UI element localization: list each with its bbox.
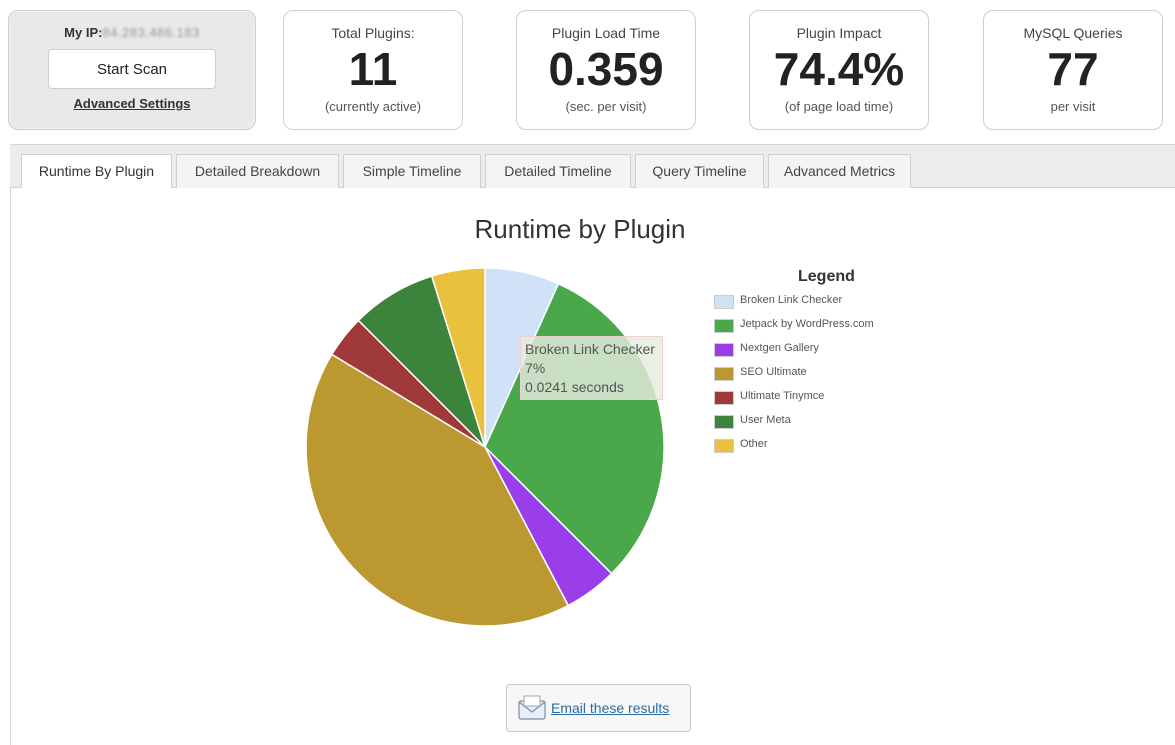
legend-item: Other — [712, 438, 912, 462]
stat-card-mysql-queries: MySQL Queries 77 per visit — [983, 10, 1163, 130]
legend-label: Ultimate Tinymce — [740, 390, 825, 402]
legend-item: SEO Ultimate — [712, 366, 912, 390]
email-results-button[interactable]: Email these results — [506, 684, 691, 732]
legend-item: User Meta — [712, 414, 912, 438]
tab-bar: Runtime By Plugin Detailed Breakdown Sim… — [10, 144, 1175, 189]
tab-advanced-metrics[interactable]: Advanced Metrics — [768, 154, 911, 188]
ip-line: My IP:84.283.486.183 — [9, 25, 255, 40]
start-scan-button[interactable]: Start Scan — [48, 49, 216, 89]
legend-label: Other — [740, 438, 768, 450]
chart-legend: Legend Broken Link Checker Jetpack by Wor… — [712, 268, 912, 462]
stat-sub: (sec. per visit) — [565, 99, 647, 114]
stat-value: 77 — [1047, 43, 1099, 95]
stat-value: 0.359 — [548, 43, 664, 95]
ip-label: My IP: — [64, 25, 103, 40]
email-results-label[interactable]: Email these results — [551, 700, 669, 716]
legend-swatch — [714, 319, 734, 333]
legend-swatch — [714, 391, 734, 405]
legend-swatch — [714, 343, 734, 357]
advanced-settings-link[interactable]: Advanced Settings — [73, 96, 190, 111]
legend-swatch — [714, 439, 734, 453]
stat-card-plugin-impact: Plugin Impact 74.4% (of page load time) — [749, 10, 929, 130]
legend-swatch — [714, 415, 734, 429]
legend-label: Nextgen Gallery — [740, 342, 819, 354]
tab-simple-timeline[interactable]: Simple Timeline — [343, 154, 481, 188]
tab-detailed-timeline[interactable]: Detailed Timeline — [485, 154, 631, 188]
stat-card-load-time: Plugin Load Time 0.359 (sec. per visit) — [516, 10, 696, 130]
legend-item: Nextgen Gallery — [712, 342, 912, 366]
legend-label: SEO Ultimate — [740, 366, 807, 378]
pie-chart — [305, 267, 665, 627]
legend-label: Broken Link Checker — [740, 294, 843, 306]
legend-label: Jetpack by WordPress.com — [740, 318, 874, 330]
tab-runtime-by-plugin[interactable]: Runtime By Plugin — [21, 154, 172, 189]
legend-items: Broken Link Checker Jetpack by WordPress.… — [712, 294, 912, 462]
stat-label: Plugin Impact — [796, 25, 882, 41]
legend-item: Jetpack by WordPress.com — [712, 318, 912, 342]
scan-panel: My IP:84.283.486.183 Start Scan Advanced… — [8, 10, 256, 130]
stat-label: Total Plugins: — [331, 25, 415, 41]
tooltip-seconds: 0.0241 seconds — [525, 379, 624, 395]
stat-sub: per visit — [1050, 99, 1096, 114]
ip-value: 84.283.486.183 — [102, 25, 200, 40]
stat-label: MySQL Queries — [1023, 25, 1123, 41]
tooltip-plugin-name: Broken Link Checker — [525, 341, 655, 357]
legend-item: Broken Link Checker — [712, 294, 912, 318]
tooltip-percent: 7% — [525, 360, 546, 376]
legend-item: Ultimate Tinymce — [712, 390, 912, 414]
legend-swatch — [714, 367, 734, 381]
envelope-icon — [518, 695, 546, 720]
legend-title: Legend — [798, 268, 855, 285]
chart-tooltip: Broken Link Checker 7% 0.0241 seconds — [520, 336, 663, 400]
tab-query-timeline[interactable]: Query Timeline — [635, 154, 764, 188]
chart-title: Runtime by Plugin — [474, 214, 686, 244]
stat-sub: (currently active) — [324, 99, 422, 114]
stat-card-total-plugins: Total Plugins: 11 (currently active) — [283, 10, 463, 130]
legend-swatch — [714, 295, 734, 309]
stat-label: Plugin Load Time — [551, 25, 661, 41]
tab-detailed-breakdown[interactable]: Detailed Breakdown — [176, 154, 339, 188]
stat-value: 11 — [348, 43, 398, 95]
legend-label: User Meta — [740, 414, 791, 426]
stat-value: 74.4% — [773, 43, 905, 95]
stat-sub: (of page load time) — [784, 99, 894, 114]
